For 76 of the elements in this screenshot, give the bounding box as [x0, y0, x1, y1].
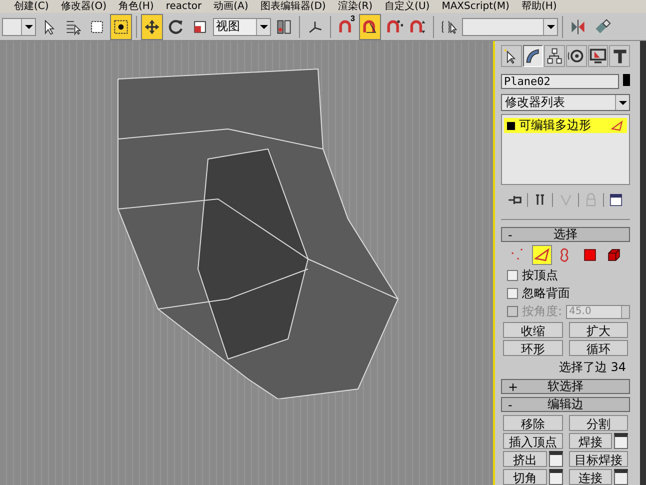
panel-tab[interactable] — [501, 45, 522, 67]
rollout-button[interactable]: 扩大 — [568, 322, 628, 338]
stack-item[interactable]: 可编辑多边形 — [504, 118, 627, 133]
rollout-button[interactable]: 环形 — [503, 340, 562, 356]
bars-icon — [275, 18, 293, 36]
wheel-icon — [567, 47, 586, 65]
window-icon[interactable] — [608, 192, 624, 208]
modifier-dropdown[interactable]: 修改器列表 — [501, 94, 630, 111]
name-field[interactable]: Plane02 — [501, 74, 619, 89]
menu-item[interactable]: 图表编辑器(D) — [260, 0, 326, 12]
curve-icon — [524, 47, 542, 65]
rollout-button[interactable]: 挤出 — [503, 451, 546, 467]
superscript-digit: 3 — [350, 14, 355, 22]
rollout-header[interactable]: - 编辑边 — [501, 397, 630, 412]
menu-item[interactable]: 创建(C) — [14, 0, 49, 12]
menu-item[interactable]: 修改器(O) — [60, 0, 106, 12]
panel-tab[interactable] — [609, 45, 630, 67]
subobject-button[interactable] — [532, 245, 552, 265]
mirror-icon — [569, 18, 587, 36]
rollout-button[interactable]: 分割 — [568, 415, 628, 431]
color-swatch[interactable] — [623, 74, 630, 86]
triangle-icon — [532, 246, 550, 264]
panel-tab[interactable] — [566, 45, 587, 67]
toolbar-button[interactable] — [110, 14, 132, 40]
menu-item[interactable]: 角色(H) — [118, 0, 154, 12]
menu-item[interactable]: 动画(A) — [214, 0, 248, 12]
rollout-button[interactable]: 移除 — [503, 415, 562, 431]
settings-button[interactable] — [614, 469, 628, 485]
checkbox-label: 按顶点 — [522, 267, 558, 284]
rollout-title: 选择 — [552, 226, 578, 243]
rotate-icon — [167, 18, 185, 36]
toggle-sign: + — [508, 380, 518, 394]
toggle-sign: - — [508, 398, 514, 412]
menu-item[interactable]: 帮助(H) — [521, 0, 557, 12]
magnet-percent-icon — [385, 18, 403, 36]
hierarchy-icon — [546, 47, 564, 65]
panel-tab[interactable] — [522, 45, 544, 67]
rollout-header[interactable]: - 选择 — [501, 227, 630, 242]
checkbox[interactable] — [507, 270, 518, 281]
rollout-button[interactable]: 连接 — [568, 469, 612, 485]
settings-button[interactable] — [548, 451, 562, 467]
rollout-title: 编辑边 — [546, 396, 584, 413]
panel-tab[interactable] — [544, 45, 566, 67]
checkbox-label: 忽略背面 — [522, 285, 570, 302]
triangle-icon — [610, 118, 624, 132]
rollout-title: 软选择 — [546, 378, 584, 395]
rollout-button[interactable]: 插入顶点 — [503, 433, 562, 449]
menu-item[interactable]: 渲染(R) — [338, 0, 373, 12]
rollout-button[interactable]: 循环 — [568, 340, 628, 356]
rollout-button[interactable]: 焊接 — [568, 433, 612, 449]
selection-status: 选择了边 34 — [558, 359, 627, 376]
dropdown[interactable] — [2, 18, 36, 36]
monitor-icon — [589, 47, 608, 65]
hammer-icon — [610, 47, 629, 65]
move-icon — [143, 18, 161, 36]
expand-icon — [507, 122, 515, 130]
menu-item[interactable]: MAXScript(M) — [442, 0, 510, 12]
panel-tab[interactable] — [588, 45, 608, 67]
magnet-angle-icon — [361, 18, 379, 36]
toggle-sign: - — [508, 228, 514, 242]
menu-item[interactable]: 自定义(U) — [384, 0, 430, 12]
align-icon — [593, 18, 611, 36]
dropdown[interactable]: 视图 — [213, 18, 271, 36]
magnet-spinner-icon — [409, 18, 427, 36]
rollout-button[interactable]: 目标焊接 — [568, 451, 628, 467]
rollout-button[interactable]: 切角 — [503, 469, 546, 485]
menu-item[interactable]: reactor — [166, 0, 202, 12]
rollout-header[interactable]: + 软选择 — [501, 379, 630, 394]
checkbox-label: 按角度: — [522, 303, 562, 320]
toolbar-button[interactable] — [141, 14, 163, 40]
toolbar-button[interactable]: 3 — [335, 14, 357, 40]
toolbar-button[interactable] — [359, 14, 381, 40]
rollout-button[interactable]: 收缩 — [503, 322, 562, 338]
checkbox[interactable] — [507, 288, 518, 299]
settings-button[interactable] — [614, 433, 628, 449]
settings-button[interactable] — [548, 469, 562, 485]
